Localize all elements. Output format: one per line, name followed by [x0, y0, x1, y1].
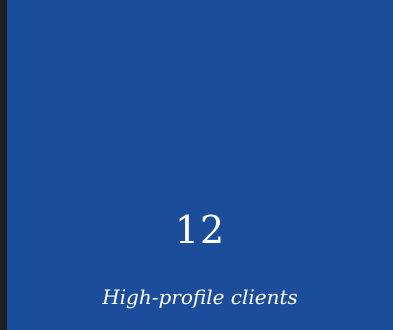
- stat-label: High-profile clients: [102, 285, 298, 309]
- stat-card: 12 High-profile clients: [7, 0, 393, 330]
- stat-value: 12: [174, 208, 226, 252]
